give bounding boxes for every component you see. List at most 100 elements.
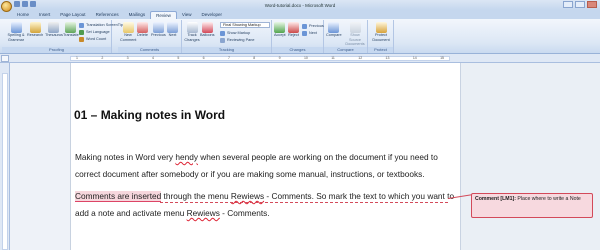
redo-icon[interactable] — [30, 1, 36, 7]
translation-screentip-button[interactable]: Translation ScreenTip — [79, 22, 123, 28]
previous-comment-icon — [152, 22, 164, 33]
delete-comment-icon — [137, 22, 148, 33]
ruler-numbers: 1 2 3 4 5 6 7 8 9 10 11 12 13 14 15 — [70, 56, 450, 61]
reviewing-pane-button[interactable]: Reviewing Pane — [220, 37, 254, 43]
new-comment-button[interactable]: New Comment — [120, 22, 136, 42]
minimize-button[interactable] — [563, 1, 573, 8]
group-proofing: Spelling & Grammar Research Thesaurus Tr… — [2, 20, 123, 53]
word-count-icon — [79, 36, 84, 42]
ruler-number: 15 — [440, 56, 444, 60]
horizontal-ruler[interactable]: 1 2 3 4 5 6 7 8 9 10 11 12 13 14 15 — [0, 54, 600, 63]
show-source-documents-button[interactable]: Show Source Documents — [344, 22, 366, 47]
misspelled-word[interactable]: hendy — [175, 152, 198, 162]
comment-connector-line — [160, 202, 448, 203]
tab-mailings[interactable]: Mailings — [124, 11, 151, 19]
ruler-number: 8 — [253, 56, 256, 60]
reviewing-pane-icon — [220, 37, 225, 43]
comment-text[interactable]: Place where to write a Note — [516, 196, 580, 202]
ruler-number: 12 — [358, 56, 363, 60]
word-count-button[interactable]: Word Count — [79, 36, 106, 42]
ruler-number: 2 — [101, 56, 104, 60]
tab-references[interactable]: References — [91, 11, 124, 19]
set-language-button[interactable]: Set Language — [79, 29, 110, 35]
new-comment-icon — [122, 22, 134, 33]
source-documents-icon — [349, 22, 361, 33]
spelling-icon — [10, 22, 22, 33]
show-markup-button[interactable]: Show Markup — [220, 30, 250, 36]
ruler-number: 13 — [385, 56, 390, 60]
tab-selector[interactable] — [1, 55, 9, 62]
balloons-button[interactable]: Balloons — [200, 22, 215, 38]
spelling-button[interactable]: Spelling & Grammar — [4, 22, 28, 42]
language-icon — [79, 29, 84, 35]
group-label-tracking: Tracking — [182, 47, 271, 53]
accept-icon — [274, 22, 286, 33]
previous-change-button[interactable]: Previous — [302, 23, 324, 29]
group-comments: New Comment Delete Previous Next Comment… — [118, 20, 182, 53]
group-label-compare: Compare — [324, 47, 367, 53]
ruler-number: 1 — [76, 56, 78, 60]
ruler-number: 11 — [331, 56, 335, 60]
office-button[interactable] — [1, 1, 12, 12]
ruler-number: 4 — [151, 56, 154, 60]
ribbon: Spelling & Grammar Research Thesaurus Tr… — [0, 19, 600, 54]
reject-button[interactable]: Reject — [288, 22, 299, 38]
comment-author-tag: Comment [LM1]: — [475, 196, 516, 202]
screentip-icon — [79, 22, 84, 28]
tab-insert[interactable]: Insert — [34, 11, 55, 19]
vertical-ruler[interactable] — [0, 63, 10, 250]
lock-icon — [375, 22, 387, 33]
show-markup-icon — [220, 30, 225, 36]
vertical-ruler-track — [2, 73, 8, 250]
next-change-icon — [302, 30, 307, 36]
ruler-number: 3 — [126, 56, 129, 60]
misspelled-word[interactable]: Rewiews — [231, 191, 264, 201]
tab-developer[interactable]: Developer — [197, 11, 228, 19]
next-change-button[interactable]: Next — [302, 30, 317, 36]
research-icon — [29, 22, 41, 33]
tab-view[interactable]: View — [177, 11, 197, 19]
group-compare: Compare Show Source Documents Compare — [324, 20, 368, 53]
protect-document-button[interactable]: Protect Document — [371, 22, 391, 42]
ruler-number: 6 — [202, 56, 205, 60]
comment-balloon[interactable]: Comment [LM1]: Place where to write a No… — [471, 193, 593, 218]
research-button[interactable]: Research — [27, 22, 43, 38]
tab-page-layout[interactable]: Page Layout — [55, 11, 90, 19]
commented-text[interactable]: Comments are inserted — [75, 191, 162, 202]
paragraph-line[interactable]: add a note and activate menu Rewiews - C… — [75, 207, 270, 219]
group-label-changes: Changes — [272, 47, 323, 53]
previous-comment-button[interactable]: Previous — [151, 22, 166, 38]
window-controls — [563, 1, 597, 8]
translate-button[interactable]: Translate — [63, 22, 79, 38]
quick-access-toolbar — [14, 1, 36, 7]
delete-comment-button[interactable]: Delete — [137, 22, 148, 38]
group-protect: Protect Document Protect — [368, 20, 394, 53]
group-label-proofing: Proofing — [2, 47, 111, 53]
save-icon[interactable] — [14, 1, 20, 7]
ruler-number: 5 — [177, 56, 180, 60]
paragraph-line[interactable]: Making notes in Word very hendy when sev… — [75, 151, 438, 163]
ruler-number: 9 — [278, 56, 281, 60]
document-heading[interactable]: 01 – Making notes in Word — [74, 108, 225, 122]
thesaurus-button[interactable]: Thesaurus — [45, 22, 63, 38]
title-bar: Word-tutorial.docx - Microsoft Word — [0, 0, 600, 10]
track-changes-button[interactable]: Track Changes — [184, 22, 200, 42]
undo-icon[interactable] — [22, 1, 28, 7]
close-button[interactable] — [587, 1, 597, 8]
next-comment-button[interactable]: Next — [167, 22, 178, 38]
tab-review[interactable]: Review — [150, 11, 177, 19]
ruler-number: 7 — [227, 56, 230, 60]
tab-home[interactable]: Home — [12, 11, 34, 19]
group-changes: Accept Reject Previous Next Changes — [272, 20, 324, 53]
group-tracking: Track Changes Balloons Final Showing Mar… — [182, 20, 272, 53]
display-for-review-select[interactable]: Final Showing Markup — [220, 22, 270, 28]
reject-icon — [288, 22, 299, 33]
translate-icon — [65, 22, 77, 33]
compare-button[interactable]: Compare — [326, 22, 342, 38]
maximize-button[interactable] — [575, 1, 585, 8]
paragraph-line[interactable]: Comments are inserted through the menu R… — [75, 190, 454, 202]
accept-button[interactable]: Accept — [274, 22, 286, 38]
ruler-number: 10 — [303, 56, 308, 60]
paragraph-line[interactable]: correct document after somebody or if yo… — [75, 168, 425, 180]
misspelled-word[interactable]: Rewiews — [187, 208, 220, 218]
